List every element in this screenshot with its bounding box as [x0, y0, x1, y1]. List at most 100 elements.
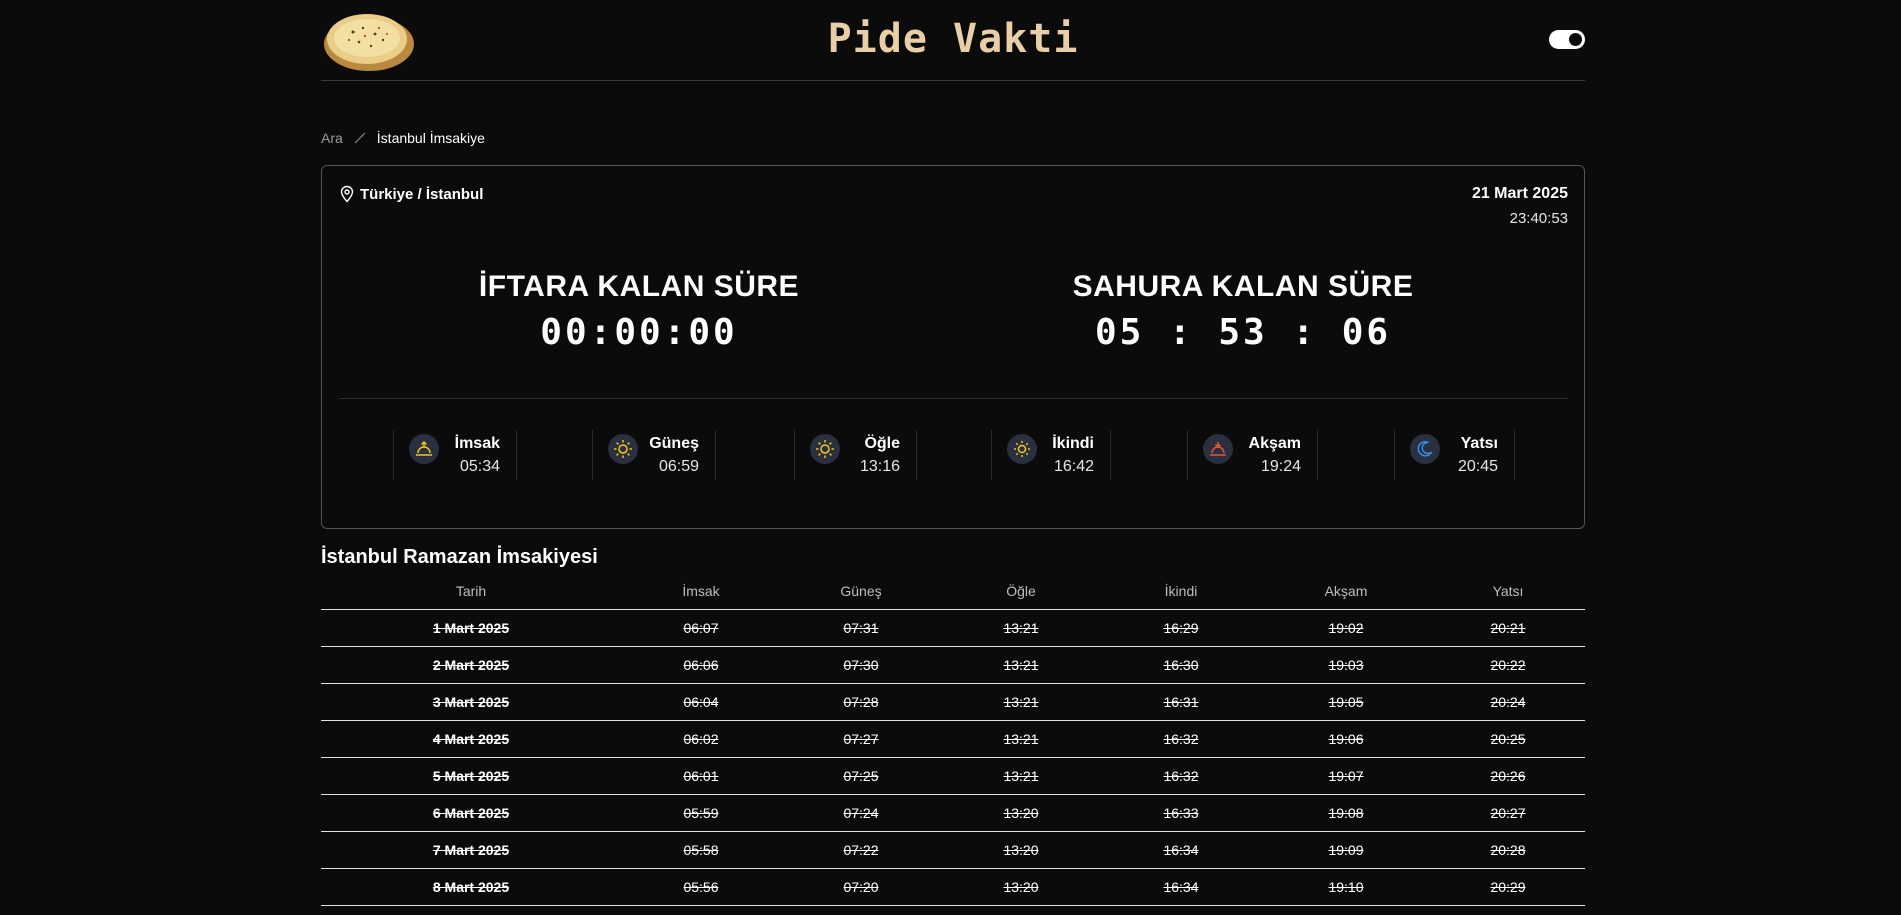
table-cell: 13:21 [941, 646, 1101, 684]
column-header: İkindi [1101, 573, 1261, 610]
table-row: 1 Mart 2025 06:07 07:31 13:21 16:29 19:0… [321, 609, 1585, 647]
table-row: 4 Mart 2025 06:02 07:27 13:21 16:32 19:0… [321, 720, 1585, 758]
sun-icon [608, 434, 638, 464]
current-clock: 23:40:53 [1509, 210, 1568, 227]
prayer-name: İkindi [1052, 435, 1094, 452]
table-cell: 13:20 [941, 794, 1101, 832]
table-cell: 19:05 [1261, 683, 1431, 721]
table-header-row: Tarih İmsak Güneş Öğle İkindi Akşam Yats… [321, 573, 1585, 610]
location: Türkiye / İstanbul [339, 185, 483, 203]
table-cell: 06:04 [621, 683, 781, 721]
table-cell: 16:29 [1101, 609, 1261, 647]
prayer-card: Türkiye / İstanbul 21 Mart 2025 23:40:53… [321, 165, 1585, 529]
table-cell: 16:32 [1101, 720, 1261, 758]
table-cell-date: 6 Mart 2025 [321, 794, 621, 832]
table-cell: 07:28 [781, 683, 941, 721]
table-row: 2 Mart 2025 06:06 07:30 13:21 16:30 19:0… [321, 646, 1585, 684]
table-cell: 13:21 [941, 683, 1101, 721]
sunrise-icon [409, 434, 439, 464]
table-cell: 07:24 [781, 794, 941, 832]
table-cell: 06:06 [621, 646, 781, 684]
prayer-time-value: 20:45 [1457, 458, 1498, 475]
prayer-time-value: 06:59 [658, 458, 699, 475]
column-header: Öğle [941, 573, 1101, 610]
table-cell: 06:02 [621, 720, 781, 758]
sahur-countdown-time: 05 : 53 : 06 [1094, 312, 1392, 353]
table-cell: 20:24 [1431, 683, 1585, 721]
sahur-countdown-title: SAHURA KALAN SÜRE [1072, 270, 1414, 303]
breadcrumb-current: İstanbul İmsakiye [376, 130, 485, 146]
sun-icon [810, 434, 840, 464]
current-date: 21 Mart 2025 [1471, 185, 1568, 202]
location-pin-icon [340, 185, 354, 203]
prayer-time-imsak: İmsak 05:34 [393, 430, 517, 480]
table-cell-date: 2 Mart 2025 [321, 646, 621, 684]
prayer-time-ogle: Öğle 13:16 [794, 430, 917, 480]
iftar-countdown: İFTARA KALAN SÜRE 00:00:00 [389, 270, 889, 353]
sahur-countdown: SAHURA KALAN SÜRE 05 : 53 : 06 [993, 270, 1493, 353]
table-cell: 07:22 [781, 831, 941, 869]
table-cell: 05:59 [621, 794, 781, 832]
prayer-time-ikindi: İkindi 16:42 [991, 430, 1111, 480]
table-cell: 07:20 [781, 868, 941, 906]
table-cell: 16:30 [1101, 646, 1261, 684]
table-cell: 16:34 [1101, 868, 1261, 906]
table-cell: 07:25 [781, 757, 941, 795]
table-cell: 05:58 [621, 831, 781, 869]
iftar-countdown-time: 00:00:00 [540, 312, 738, 353]
theme-toggle[interactable] [1549, 30, 1585, 49]
table-cell: 16:33 [1101, 794, 1261, 832]
table-cell: 07:31 [781, 609, 941, 647]
table-cell: 06:01 [621, 757, 781, 795]
table-cell: 13:21 [941, 720, 1101, 758]
table-cell: 16:31 [1101, 683, 1261, 721]
table-cell: 13:21 [941, 609, 1101, 647]
table-cell-date: 7 Mart 2025 [321, 831, 621, 869]
table-cell: 20:21 [1431, 609, 1585, 647]
table-cell-date: 3 Mart 2025 [321, 683, 621, 721]
table-cell: 20:22 [1431, 646, 1585, 684]
column-header: Güneş [781, 573, 941, 610]
table-cell: 07:30 [781, 646, 941, 684]
table-cell: 13:21 [941, 757, 1101, 795]
column-header: İmsak [621, 573, 781, 610]
table-row: 3 Mart 2025 06:04 07:28 13:21 16:31 19:0… [321, 683, 1585, 721]
moon-icon [1410, 434, 1440, 464]
table-cell: 20:29 [1431, 868, 1585, 906]
table-cell: 06:07 [621, 609, 781, 647]
page-container: Pide Vakti Ara İstanbul İmsakiye Türkiye… [321, 0, 1585, 906]
card-divider [339, 398, 1568, 399]
sun-icon [1007, 434, 1037, 464]
schedule-title: İstanbul Ramazan İmsakiyesi [321, 546, 598, 568]
prayer-time-value: 13:16 [859, 458, 900, 475]
table-cell: 16:32 [1101, 757, 1261, 795]
column-header: Tarih [321, 573, 621, 610]
table-cell-date: 5 Mart 2025 [321, 757, 621, 795]
table-cell-date: 1 Mart 2025 [321, 609, 621, 647]
table-cell: 19:08 [1261, 794, 1431, 832]
table-cell: 19:09 [1261, 831, 1431, 869]
prayer-time-value: 16:42 [1053, 458, 1094, 475]
table-cell: 16:34 [1101, 831, 1261, 869]
table-cell: 19:06 [1261, 720, 1431, 758]
table-cell: 05:56 [621, 868, 781, 906]
table-cell: 20:25 [1431, 720, 1585, 758]
breadcrumb-home-link[interactable]: Ara [321, 130, 343, 146]
sunset-icon [1203, 434, 1233, 464]
table-row: 8 Mart 2025 05:56 07:20 13:20 16:34 19:1… [321, 868, 1585, 906]
toggle-knob [1569, 33, 1582, 46]
prayer-name: Öğle [864, 435, 900, 452]
breadcrumb-separator-icon [354, 132, 366, 144]
prayer-name: Akşam [1248, 435, 1301, 452]
table-cell: 19:02 [1261, 609, 1431, 647]
prayer-name: Güneş [649, 435, 699, 452]
prayer-time-value: 05:34 [459, 458, 500, 475]
prayer-name: Yatsı [1460, 435, 1498, 452]
prayer-time-yatsi: Yatsı 20:45 [1394, 430, 1515, 480]
prayer-name: İmsak [454, 435, 500, 452]
table-cell: 20:27 [1431, 794, 1585, 832]
table-cell: 13:20 [941, 868, 1101, 906]
site-title[interactable]: Pide Vakti [321, 16, 1585, 62]
table-cell-date: 4 Mart 2025 [321, 720, 621, 758]
prayer-times-row: İmsak 05:34 Güneş 06:59 Öğle 13:16 İkind… [322, 430, 1584, 482]
